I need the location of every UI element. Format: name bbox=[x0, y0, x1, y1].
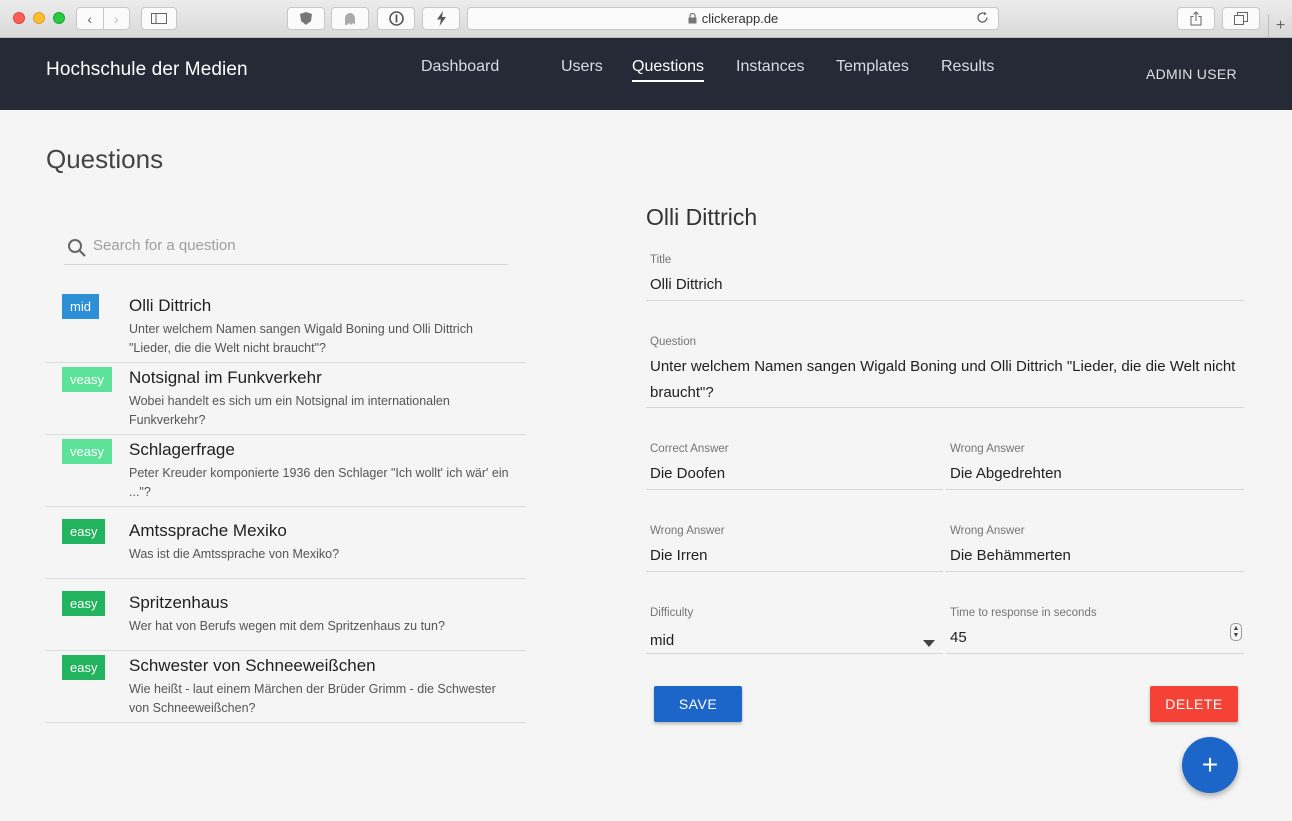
difficulty-badge: easy bbox=[62, 519, 106, 544]
question-text: Wie heißt - laut einem Märchen der Brüde… bbox=[129, 682, 496, 715]
question-list-item[interactable]: easy Amtssprache Mexiko Was ist die Amts… bbox=[46, 507, 526, 579]
browser-chrome: ‹ › clickerapp.de + bbox=[0, 0, 1292, 38]
question-title: Amtssprache Mexiko bbox=[129, 521, 287, 540]
password-manager-button[interactable] bbox=[377, 7, 415, 30]
page-title: Questions bbox=[46, 144, 164, 174]
difficulty-badge: mid bbox=[62, 294, 99, 319]
title-field[interactable]: Title Olli Dittrich bbox=[646, 254, 1244, 301]
nav-dashboard[interactable]: Dashboard bbox=[421, 58, 499, 80]
search-icon bbox=[68, 239, 86, 257]
minimize-window-button[interactable] bbox=[33, 12, 45, 24]
question-title: Schwester von Schneeweißchen bbox=[129, 656, 376, 675]
save-button[interactable]: SAVE bbox=[654, 686, 742, 722]
question-list: mid Olli Dittrich Unter welchem Namen sa… bbox=[46, 290, 526, 723]
difficulty-label: Difficulty bbox=[650, 607, 694, 619]
difficulty-badge: veasy bbox=[62, 367, 112, 392]
reader-extension-button[interactable] bbox=[422, 7, 460, 30]
share-icon bbox=[1190, 11, 1202, 26]
question-label: Question bbox=[650, 336, 697, 348]
address-bar[interactable]: clickerapp.de bbox=[467, 7, 999, 30]
wrong-answer-field[interactable]: Wrong Answer Die Abgedrehten bbox=[946, 443, 1244, 490]
time-input[interactable]: 45 bbox=[950, 625, 967, 651]
title-label: Title bbox=[650, 254, 672, 266]
question-list-item[interactable]: easy Spritzenhaus Wer hat von Berufs weg… bbox=[46, 579, 526, 651]
tabs-icon bbox=[1234, 12, 1248, 25]
question-text: Peter Kreuder komponierte 1936 den Schla… bbox=[129, 466, 509, 499]
difficulty-badge: veasy bbox=[62, 439, 112, 464]
dropdown-arrow-icon bbox=[923, 640, 935, 647]
question-text: Unter welchem Namen sangen Wigald Boning… bbox=[129, 322, 473, 355]
question-title: Notsignal im Funkverkehr bbox=[129, 368, 322, 387]
correct-answer-input[interactable]: Die Doofen bbox=[650, 461, 725, 487]
question-list-item[interactable]: mid Olli Dittrich Unter welchem Namen sa… bbox=[46, 290, 526, 363]
back-icon[interactable]: ‹ bbox=[77, 8, 103, 29]
wrong-answer-label: Wrong Answer bbox=[950, 443, 1025, 455]
history-nav: ‹ › bbox=[76, 7, 130, 30]
tabs-overview-button[interactable] bbox=[1222, 7, 1260, 30]
question-field[interactable]: Question Unter welchem Namen sangen Wiga… bbox=[646, 336, 1244, 408]
question-list-item[interactable]: easy Schwester von Schneeweißchen Wie he… bbox=[46, 651, 526, 723]
search-input[interactable] bbox=[93, 237, 493, 254]
app-navbar: Hochschule der Medien Dashboard Users Qu… bbox=[0, 38, 1292, 110]
question-title: Schlagerfrage bbox=[129, 440, 235, 459]
question-title: Spritzenhaus bbox=[129, 593, 229, 612]
wrong-answer-input[interactable]: Die Abgedrehten bbox=[950, 461, 1062, 487]
lock-icon bbox=[688, 13, 697, 24]
ghostery-extension-button[interactable] bbox=[331, 7, 369, 30]
question-text: Wobei handelt es sich um ein Notsignal i… bbox=[129, 394, 450, 427]
new-tab-icon[interactable]: + bbox=[1268, 14, 1292, 38]
difficulty-badge: easy bbox=[62, 591, 106, 616]
user-menu[interactable]: ADMIN USER bbox=[1146, 66, 1237, 82]
close-window-button[interactable] bbox=[13, 12, 25, 24]
difficulty-select[interactable]: Difficulty mid bbox=[646, 607, 943, 654]
nav-instances[interactable]: Instances bbox=[736, 58, 804, 80]
forward-icon[interactable]: › bbox=[102, 8, 130, 29]
url-text: clickerapp.de bbox=[701, 11, 779, 26]
wrong-answer-field[interactable]: Wrong Answer Die Irren bbox=[646, 525, 943, 572]
sidebar-toggle-button[interactable] bbox=[141, 7, 177, 30]
share-button[interactable] bbox=[1177, 7, 1215, 30]
question-text: Was ist die Amtssprache von Mexiko? bbox=[129, 547, 340, 561]
question-list-item[interactable]: veasy Notsignal im Funkverkehr Wobei han… bbox=[46, 363, 526, 435]
sidebar-icon bbox=[151, 13, 167, 24]
question-list-item[interactable]: veasy Schlagerfrage Peter Kreuder kompon… bbox=[46, 435, 526, 507]
question-text: Wer hat von Berufs wegen mit dem Spritze… bbox=[129, 619, 445, 633]
onepassword-icon bbox=[388, 11, 404, 26]
wrong-answer-label: Wrong Answer bbox=[650, 525, 725, 537]
question-title: Olli Dittrich bbox=[129, 296, 212, 315]
nav-users[interactable]: Users bbox=[561, 58, 603, 80]
zoom-window-button[interactable] bbox=[53, 12, 65, 24]
question-search bbox=[64, 233, 508, 265]
delete-button[interactable]: DELETE bbox=[1150, 686, 1238, 722]
correct-answer-field[interactable]: Correct Answer Die Doofen bbox=[646, 443, 943, 490]
time-label: Time to response in seconds bbox=[950, 607, 1097, 619]
ublock-extension-button[interactable] bbox=[287, 7, 325, 30]
title-input[interactable]: Olli Dittrich bbox=[650, 272, 723, 298]
editor-heading: Olli Dittrich bbox=[646, 204, 758, 230]
wrong-answer-input[interactable]: Die Behämmerten bbox=[950, 543, 1071, 569]
lightning-icon bbox=[436, 11, 446, 26]
wrong-answer-input[interactable]: Die Irren bbox=[650, 543, 708, 569]
wrong-answer-field[interactable]: Wrong Answer Die Behämmerten bbox=[946, 525, 1244, 572]
nav-results[interactable]: Results bbox=[941, 58, 994, 80]
difficulty-value: mid bbox=[650, 632, 675, 649]
nav-templates[interactable]: Templates bbox=[836, 58, 909, 80]
add-question-button[interactable]: + bbox=[1182, 737, 1238, 793]
ublock-icon bbox=[300, 12, 312, 25]
wrong-answer-label: Wrong Answer bbox=[950, 525, 1025, 537]
number-stepper-icon[interactable]: ▲ ▼ bbox=[1230, 623, 1242, 641]
brand-title[interactable]: Hochschule der Medien bbox=[46, 59, 248, 81]
ghost-icon bbox=[345, 12, 355, 25]
question-input[interactable]: Unter welchem Namen sangen Wigald Boning… bbox=[650, 354, 1240, 406]
time-field[interactable]: Time to response in seconds 45 ▲ ▼ bbox=[946, 607, 1244, 654]
correct-answer-label: Correct Answer bbox=[650, 443, 729, 455]
nav-questions[interactable]: Questions bbox=[632, 58, 705, 82]
reload-icon[interactable] bbox=[976, 11, 989, 24]
difficulty-badge: easy bbox=[62, 655, 106, 680]
